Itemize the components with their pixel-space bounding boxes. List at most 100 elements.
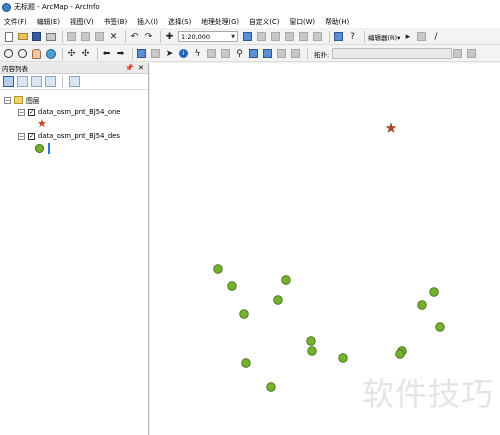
map-display[interactable]: ★ 软件技巧	[150, 63, 500, 435]
menu-insert[interactable]: 插入(I)	[137, 16, 158, 26]
cut-button[interactable]	[66, 31, 77, 42]
point-feature-marker[interactable]	[395, 349, 405, 359]
list-by-selection-icon[interactable]	[45, 76, 56, 87]
add-data-button[interactable]: ✚	[164, 31, 175, 42]
identify-button[interactable]: i	[178, 48, 189, 59]
menu-geoprocessing[interactable]: 地理处理(G)	[201, 16, 239, 26]
layer-visibility-checkbox[interactable]: ✓	[28, 132, 35, 140]
back-extent-button[interactable]: ⬅	[101, 48, 112, 59]
save-button[interactable]	[31, 31, 42, 42]
collapse-icon[interactable]: −	[18, 108, 25, 116]
back-arrow-icon: ⬅	[102, 48, 111, 59]
list-by-drawing-order-icon[interactable]	[3, 76, 14, 87]
clear-selection-button[interactable]	[150, 48, 161, 59]
editor-menu-button[interactable]: 编辑器(R)▾	[368, 32, 400, 42]
chevron-down-icon: ▼	[231, 33, 235, 40]
find-button[interactable]: ⚲	[234, 48, 245, 59]
menu-edit[interactable]: 编辑(E)	[37, 16, 60, 26]
point-feature-marker[interactable]	[239, 309, 249, 319]
menu-file[interactable]: 文件(F)	[4, 16, 27, 26]
html-popup-button[interactable]	[206, 48, 217, 59]
topology-edit-button[interactable]	[466, 48, 477, 59]
menu-view[interactable]: 视图(V)	[70, 16, 94, 26]
model-builder-button[interactable]	[333, 31, 344, 42]
find-route-icon	[249, 49, 258, 58]
find-route-button[interactable]	[248, 48, 259, 59]
collapse-icon[interactable]: −	[4, 96, 11, 104]
edit-annotation-button[interactable]	[416, 31, 427, 42]
paste-button[interactable]	[94, 31, 105, 42]
point-feature-marker[interactable]	[429, 287, 439, 297]
menu-bar: 文件(F) 编辑(E) 视图(V) 书签(B) 插入(I) 选择(S) 地理处理…	[0, 14, 500, 28]
point-feature-marker[interactable]	[281, 275, 291, 285]
fixed-zoom-out-button[interactable]: ✣	[80, 48, 91, 59]
point-feature-marker[interactable]	[227, 281, 237, 291]
toc-options-icon[interactable]	[69, 76, 80, 87]
new-document-icon	[4, 31, 13, 42]
new-document-button[interactable]	[3, 31, 14, 42]
menu-help[interactable]: 帮助(H)	[325, 16, 349, 26]
topology-edit-icon	[467, 49, 477, 58]
print-button[interactable]	[45, 31, 56, 42]
editor-toolbar-button[interactable]	[242, 31, 253, 42]
create-viewer-button[interactable]	[290, 48, 301, 59]
fixed-zoom-in-button[interactable]: ✣	[66, 48, 77, 59]
point-feature-marker[interactable]	[307, 346, 317, 356]
menu-customize[interactable]: 自定义(C)	[249, 16, 279, 26]
redo-button[interactable]: ↷	[143, 31, 154, 42]
table-of-contents-button[interactable]	[256, 31, 267, 42]
print-icon	[45, 32, 56, 41]
circle-symbol-icon	[35, 143, 44, 153]
map-scale-combo[interactable]: 1:20,000 ▼	[178, 31, 238, 42]
edit-arrow-icon: ▸	[405, 31, 411, 42]
layer-row-des[interactable]: − ✓ data_osm_pnt_BJ54_des	[18, 131, 120, 141]
layers-root-row[interactable]: − 图层	[4, 95, 40, 105]
hyperlink-button[interactable]: ϟ	[192, 48, 203, 59]
layer-row-one[interactable]: − ✓ data_osm_pnt_BJ54_one	[18, 107, 120, 117]
select-elements-button[interactable]: ➤	[164, 48, 175, 59]
zoom-in-button[interactable]	[3, 48, 14, 59]
menu-bookmarks[interactable]: 书签(B)	[104, 16, 128, 26]
point-feature-marker[interactable]	[273, 295, 283, 305]
whats-this-button[interactable]: ?	[347, 31, 358, 42]
sketch-tool-button[interactable]: /	[430, 31, 441, 42]
pan-button[interactable]	[31, 48, 42, 59]
copy-button[interactable]	[80, 31, 91, 42]
menu-selection[interactable]: 选择(S)	[168, 16, 191, 26]
list-by-source-icon[interactable]	[17, 76, 28, 87]
edit-tool-button[interactable]: ▸	[402, 31, 413, 42]
point-feature-marker[interactable]	[213, 264, 223, 274]
destination-star-marker[interactable]: ★	[385, 121, 397, 136]
forward-extent-button[interactable]: ➡	[115, 48, 126, 59]
arctoolbox-button[interactable]	[298, 31, 309, 42]
collapse-icon[interactable]: −	[18, 132, 25, 140]
point-feature-marker[interactable]	[266, 382, 276, 392]
clear-selection-icon	[151, 49, 160, 58]
layer-visibility-checkbox[interactable]: ✓	[28, 108, 35, 116]
help-question-icon: ?	[350, 31, 355, 42]
point-feature-marker[interactable]	[435, 322, 445, 332]
delete-button[interactable]: ✕	[108, 31, 119, 42]
catalog-window-button[interactable]	[270, 31, 281, 42]
menu-windows[interactable]: 窗口(W)	[289, 16, 315, 26]
search-window-button[interactable]	[284, 31, 295, 42]
python-window-button[interactable]	[312, 31, 323, 42]
point-feature-marker[interactable]	[417, 300, 427, 310]
full-extent-button[interactable]	[45, 48, 56, 59]
measure-button[interactable]	[220, 48, 231, 59]
select-features-button[interactable]	[136, 48, 147, 59]
point-feature-marker[interactable]	[241, 358, 251, 368]
point-feature-marker[interactable]	[306, 336, 316, 346]
list-by-visibility-icon[interactable]	[31, 76, 42, 87]
close-icon[interactable]: ✕	[138, 64, 144, 72]
undo-button[interactable]: ↶	[129, 31, 140, 42]
topology-combo[interactable]	[332, 48, 453, 59]
open-button[interactable]	[17, 31, 28, 42]
topology-tool-button[interactable]	[452, 48, 463, 59]
point-feature-marker[interactable]	[338, 353, 348, 363]
time-slider-button[interactable]	[276, 48, 287, 59]
pin-icon[interactable]: 📌	[125, 64, 134, 72]
go-to-xy-button[interactable]	[262, 48, 273, 59]
toolbar-separator	[307, 47, 308, 60]
zoom-out-button[interactable]	[17, 48, 28, 59]
